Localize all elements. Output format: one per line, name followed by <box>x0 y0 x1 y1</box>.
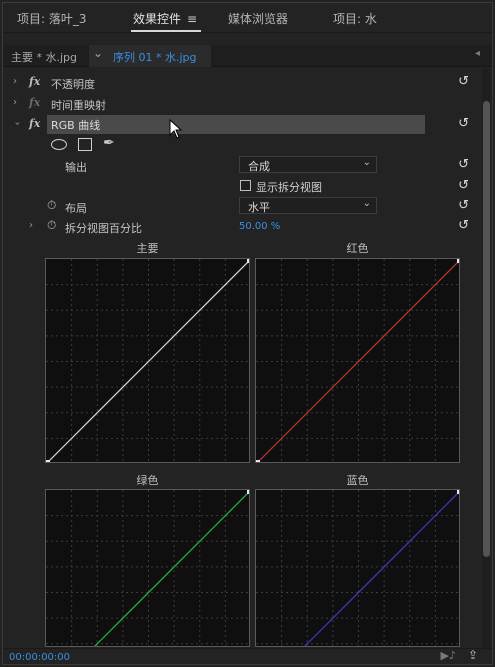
fx-icon[interactable]: fx <box>29 75 40 88</box>
effect-row-rgb-curves[interactable]: › fx RGB 曲线 ↺ <box>3 115 473 136</box>
curve-title-red: 红色 <box>346 242 369 255</box>
mouse-pointer-icon <box>169 119 183 139</box>
curve-point[interactable] <box>46 460 50 463</box>
curve-title-green: 绿色 <box>136 474 159 487</box>
curve-grid <box>256 259 460 463</box>
output-value: 合成 <box>248 160 270 173</box>
panel-tabs: 项目: 落叶_3 效果控件 ≡ 媒体浏览器 项目: 水 <box>3 3 492 33</box>
chevron-down-icon: ⌄ <box>362 198 371 209</box>
curve-point[interactable] <box>457 259 460 263</box>
curve-point[interactable] <box>247 259 250 263</box>
fx-icon[interactable]: fx <box>29 117 40 130</box>
curve-graph-red[interactable] <box>255 258 460 463</box>
pen-mask-icon[interactable]: ✒ <box>103 135 115 151</box>
bottom-bar: 00:00:00:00 ▶♪ ⇪ <box>3 648 492 664</box>
export-icon[interactable]: ⇪ <box>468 648 478 662</box>
chevron-down-icon: ⌄ <box>362 157 371 168</box>
layout-value: 水平 <box>248 201 270 214</box>
curve-graph-master[interactable] <box>45 258 250 463</box>
curve-title-master: 主要 <box>136 242 159 255</box>
curve-graph-blue[interactable] <box>255 489 460 647</box>
active-tab-indicator <box>131 30 201 32</box>
panel-menu-icon[interactable]: ≡ <box>187 12 197 26</box>
source-bar: 主要 * 水.jpg ⌄ 序列 01 * 水.jpg ◂ <box>3 45 492 67</box>
curve-grid <box>46 259 250 463</box>
show-split-view-checkbox[interactable] <box>240 180 251 191</box>
master-clip-label[interactable]: 主要 * 水.jpg <box>11 49 77 65</box>
layout-dropdown[interactable]: 水平 ⌄ <box>239 197 377 214</box>
tab-effect-controls[interactable]: 效果控件 ≡ <box>133 10 197 27</box>
curve-point[interactable] <box>457 490 460 494</box>
reset-icon[interactable]: ↺ <box>458 218 469 233</box>
collapse-arrow-icon[interactable]: ◂ <box>475 48 480 59</box>
show-split-view-label: 显示拆分视图 <box>256 181 322 194</box>
effect-row-opacity[interactable]: › fx 不透明度 ↺ <box>3 73 473 94</box>
sequence-clip-label: 序列 01 * 水.jpg <box>113 51 197 64</box>
reset-icon[interactable]: ↺ <box>458 157 469 172</box>
effect-row-time-remap[interactable]: › fx 时间重映射 <box>3 94 473 115</box>
tab-effect-controls-label: 效果控件 <box>133 12 182 26</box>
property-output: 输出 合成 ⌄ ↺ <box>3 156 473 176</box>
curve-grid <box>256 490 460 647</box>
effect-label-time-remap: 时间重映射 <box>51 99 106 112</box>
rgb-curves-header[interactable]: RGB 曲线 <box>47 115 425 134</box>
reset-icon[interactable]: ↺ <box>458 198 469 213</box>
split-percent-label: 拆分视图百分比 <box>65 222 142 235</box>
tab-project-leaves[interactable]: 项目: 落叶_3 <box>17 10 87 27</box>
layout-label: 布局 <box>65 202 87 215</box>
effect-controls-panel: 项目: 落叶_3 效果控件 ≡ 媒体浏览器 项目: 水 主要 * 水.jpg ⌄ … <box>2 2 493 665</box>
expand-chevron-icon[interactable]: › <box>13 97 17 108</box>
expand-chevron-icon[interactable]: › <box>29 220 33 231</box>
output-label: 输出 <box>65 161 87 174</box>
reset-icon[interactable]: ↺ <box>458 74 469 89</box>
curve-point[interactable] <box>256 460 260 463</box>
property-layout: ⏱ 布局 水平 ⌄ ↺ <box>3 197 473 217</box>
fx-icon: fx <box>29 96 41 109</box>
curve-title-blue: 蓝色 <box>346 474 369 487</box>
ellipse-mask-icon[interactable] <box>51 139 67 150</box>
vertical-scrollbar-thumb[interactable] <box>483 101 490 557</box>
effect-label-rgb-curves: RGB 曲线 <box>51 119 101 132</box>
expand-chevron-icon[interactable]: › <box>13 76 17 87</box>
sequence-clip-selector[interactable]: ⌄ 序列 01 * 水.jpg <box>89 45 211 67</box>
property-show-split-view: 显示拆分视图 ↺ <box>3 177 473 197</box>
chevron-down-icon[interactable]: ⌄ <box>93 46 103 60</box>
green-curve-line[interactable] <box>47 491 250 647</box>
audio-scrub-icon[interactable]: ▶♪ <box>441 649 456 662</box>
output-dropdown[interactable]: 合成 ⌄ <box>239 156 377 173</box>
stopwatch-icon[interactable]: ⏱ <box>47 198 56 213</box>
tab-media-browser[interactable]: 媒体浏览器 <box>228 10 288 27</box>
stopwatch-icon[interactable]: ⏱ <box>47 218 56 233</box>
collapse-chevron-icon[interactable]: › <box>12 122 23 126</box>
blue-curve-line[interactable] <box>257 491 460 647</box>
curve-graph-green[interactable] <box>45 489 250 647</box>
timecode[interactable]: 00:00:00:00 <box>9 652 70 663</box>
curve-point[interactable] <box>247 490 250 494</box>
reset-icon[interactable]: ↺ <box>458 178 469 193</box>
tab-project-water[interactable]: 项目: 水 <box>333 10 377 27</box>
effect-label-opacity: 不透明度 <box>51 78 95 91</box>
split-percent-value[interactable]: 50.00 % <box>239 221 280 232</box>
curve-grid <box>46 490 250 647</box>
property-split-percent: › ⏱ 拆分视图百分比 50.00 % ↺ <box>3 217 473 237</box>
reset-icon[interactable]: ↺ <box>458 116 469 131</box>
rectangle-mask-icon[interactable] <box>78 138 92 151</box>
